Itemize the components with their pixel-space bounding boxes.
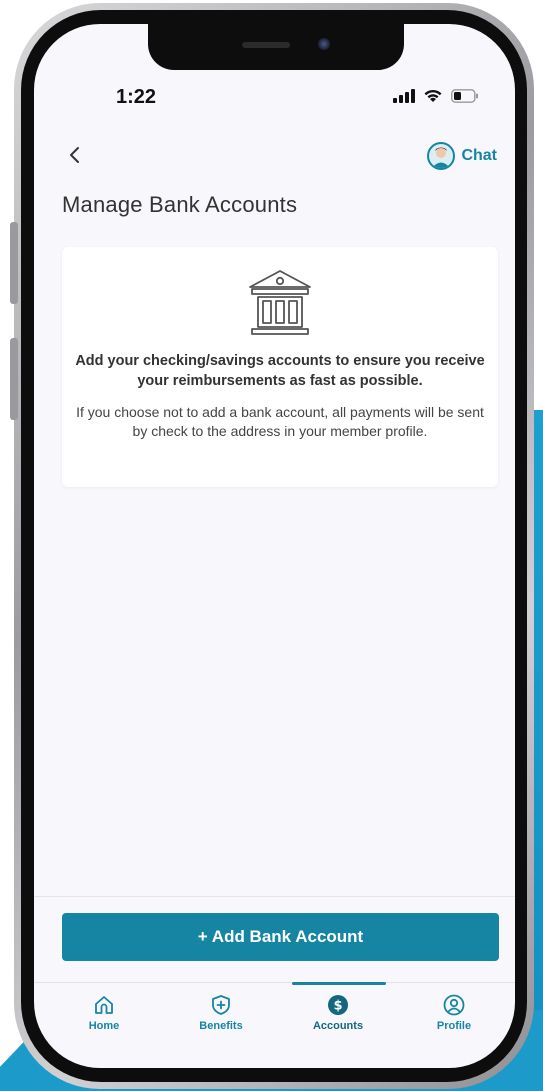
dollar-circle-icon: $ [328,995,348,1015]
chat-button[interactable]: Chat [427,142,497,170]
notch [148,24,404,70]
chevron-left-icon [70,147,79,163]
battery-icon [451,88,478,103]
chat-avatar-icon [427,142,456,170]
nav-item-benefits[interactable]: Benefits [176,994,266,1032]
nav-label-benefits: Benefits [199,1020,243,1032]
shield-plus-icon [212,995,230,1015]
speaker [242,42,290,48]
signal-icon [393,88,415,103]
card-body: If you choose not to add a bank account,… [76,404,484,439]
nav-item-accounts[interactable]: $ Accounts [293,994,383,1032]
nav-item-home[interactable]: Home [59,994,149,1032]
active-tab-indicator [292,982,386,985]
user-circle-icon [443,994,465,1016]
page-title: Manage Bank Accounts [62,192,298,217]
nav-label-home: Home [88,1020,120,1032]
wifi-icon [424,89,442,102]
add-bank-account-button[interactable]: + Add Bank Account [62,913,499,961]
info-card: Add your checking/savings accounts to en… [62,247,498,487]
home-icon [95,996,113,1014]
nav-label-profile: Profile [436,1020,472,1032]
volume-up-button [10,222,18,304]
front-camera [318,38,330,50]
nav-label-accounts: Accounts [312,1020,364,1032]
status-icons [393,88,479,103]
back-button[interactable] [60,140,90,170]
svg-text:$: $ [333,999,342,1014]
bank-icon [249,270,311,335]
app-screen: 1:22 Chat Manage Bank Accounts Add your … [34,24,515,1068]
card-headline: Add your checking/savings accounts to en… [75,353,485,389]
nav-item-profile[interactable]: Profile [409,994,499,1032]
chat-label: Chat [461,147,497,164]
volume-down-button [10,338,18,420]
footer-divider [34,896,515,897]
nav-divider [34,982,515,983]
status-time: 1:22 [116,86,157,108]
